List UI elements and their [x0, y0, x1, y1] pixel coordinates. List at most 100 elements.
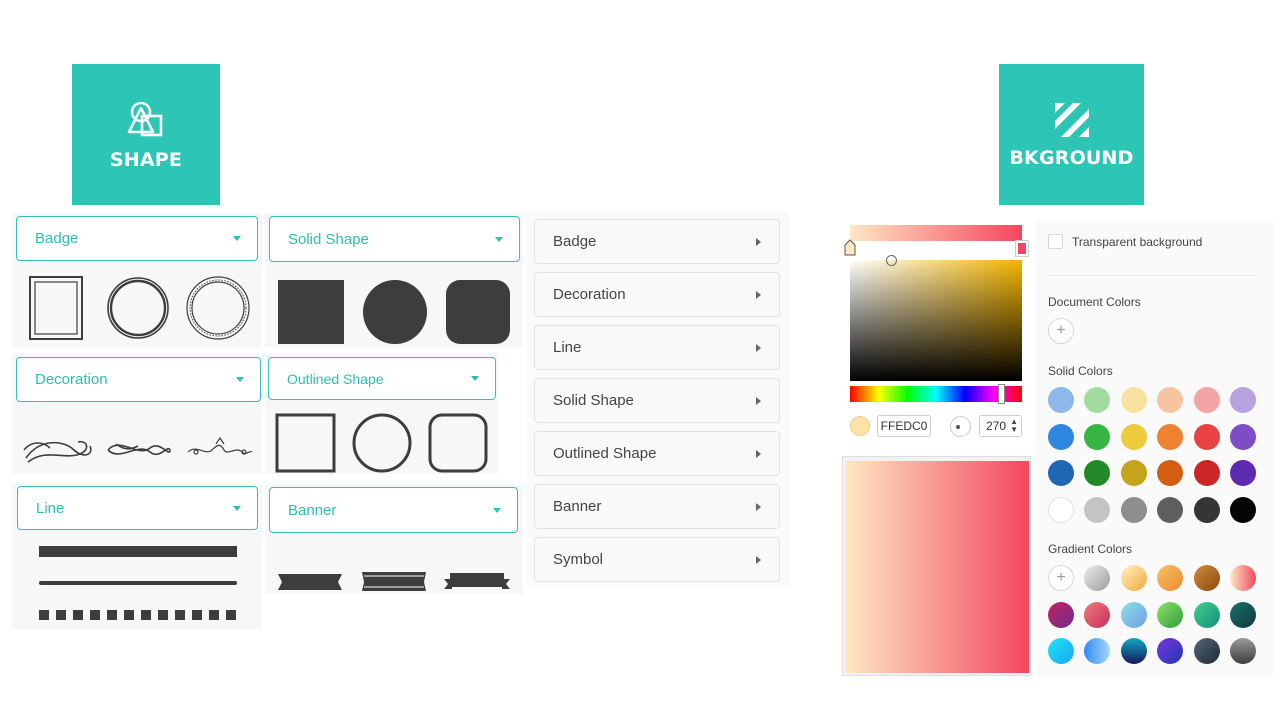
banner-ribbon-3[interactable] [444, 573, 510, 589]
gradient-color-swatch[interactable] [1230, 565, 1256, 591]
solid-color-swatch[interactable] [1084, 496, 1111, 523]
solid-rounded-square[interactable] [446, 280, 510, 344]
badge-double-circle-frame[interactable] [186, 276, 250, 340]
chevron-down-icon [495, 236, 503, 242]
angle-dial-icon[interactable] [950, 416, 971, 437]
transparent-checkbox[interactable] [1048, 234, 1063, 249]
solid-color-swatch[interactable] [1120, 387, 1147, 413]
gradient-color-swatch[interactable] [1193, 565, 1220, 591]
banner-ribbon-2[interactable] [362, 572, 426, 591]
solid-color-swatch[interactable] [1230, 387, 1256, 413]
solid-color-swatch[interactable] [1157, 423, 1184, 450]
background-icon [1054, 102, 1089, 137]
banner-ribbon-1[interactable] [278, 574, 342, 590]
solid-color-swatch[interactable] [1120, 423, 1147, 450]
gradient-color-swatch[interactable] [1193, 638, 1220, 664]
category-label: Banner [553, 498, 602, 515]
category-badge[interactable]: Badge [534, 219, 780, 264]
line-thick[interactable] [39, 546, 237, 557]
gradient-stop-start[interactable] [844, 239, 856, 256]
solid-square[interactable] [278, 280, 344, 344]
background-tile[interactable]: BKGROUND [999, 64, 1144, 205]
solid-color-swatch[interactable] [1048, 460, 1074, 486]
solid-color-swatch[interactable] [1193, 496, 1220, 523]
gradient-color-swatch[interactable] [1120, 565, 1147, 591]
gradient-bar[interactable] [850, 225, 1022, 241]
banner-thumbnails [278, 572, 510, 591]
solid-color-swatch[interactable] [1230, 423, 1256, 450]
angle-input[interactable]: 270 ▲ ▼ [979, 415, 1022, 437]
category-banner[interactable]: Banner [534, 484, 780, 529]
badge-thumbnails [29, 276, 250, 340]
solid-color-swatch[interactable] [1193, 460, 1220, 486]
category-solid-shape[interactable]: Solid Shape [534, 378, 780, 423]
decoration-thumbnails [23, 436, 253, 463]
hue-slider[interactable] [850, 386, 1022, 402]
line-dashed[interactable] [39, 610, 236, 620]
solid-color-swatch[interactable] [1157, 496, 1184, 523]
category-decoration[interactable]: Decoration [534, 272, 780, 317]
shape-tile[interactable]: SHAPE [72, 64, 220, 205]
gradient-color-swatch[interactable] [1157, 638, 1184, 664]
badge-circle-frame[interactable] [107, 277, 169, 339]
solid-color-swatch[interactable] [1048, 387, 1074, 413]
gradient-color-swatch[interactable] [1048, 601, 1074, 628]
hex-input[interactable]: FFEDC0 [877, 415, 931, 437]
solid-color-swatch[interactable] [1084, 423, 1111, 450]
outlined-shape-dropdown[interactable]: Outlined Shape [268, 357, 496, 400]
solid-shape-thumbnails [278, 280, 510, 344]
outlined-circle[interactable] [352, 413, 412, 473]
solid-color-swatch[interactable] [1157, 387, 1184, 413]
gradient-color-swatch[interactable] [1157, 601, 1184, 628]
decoration-swirl-3[interactable] [187, 436, 253, 455]
solid-colors-title: Solid Colors [1048, 364, 1113, 378]
outlined-rounded-square[interactable] [428, 413, 488, 473]
gradient-stop-end[interactable] [1015, 240, 1029, 257]
saturation-cursor[interactable] [886, 255, 897, 266]
banner-dropdown[interactable]: Banner [269, 487, 518, 533]
gradient-color-swatch[interactable] [1230, 638, 1256, 664]
solid-color-swatch[interactable] [1193, 387, 1220, 413]
category-symbol[interactable]: Symbol [534, 537, 780, 582]
badge-dropdown[interactable]: Badge [16, 216, 258, 261]
solid-color-swatch[interactable] [1120, 496, 1147, 523]
line-thin[interactable] [39, 581, 237, 585]
gradient-colors-title: Gradient Colors [1048, 542, 1133, 556]
gradient-color-swatch[interactable] [1084, 601, 1111, 628]
decoration-swirl-2[interactable] [107, 443, 171, 456]
saturation-area[interactable] [850, 260, 1022, 381]
gradient-color-swatch[interactable] [1048, 638, 1074, 664]
stepper-icon[interactable]: ▲ ▼ [1010, 418, 1018, 434]
gradient-color-swatch[interactable] [1230, 601, 1256, 628]
category-label: Badge [553, 233, 597, 250]
solid-color-swatch[interactable] [1193, 423, 1220, 450]
gradient-color-swatch[interactable] [1120, 638, 1147, 664]
decoration-dropdown[interactable]: Decoration [16, 357, 261, 402]
chevron-right-icon [756, 290, 761, 299]
category-outlined-shape[interactable]: Outlined Shape [534, 431, 780, 476]
plus-icon: + [1056, 322, 1066, 339]
decoration-swirl-1[interactable] [23, 440, 92, 463]
hue-slider-handle[interactable] [998, 384, 1005, 404]
outlined-square[interactable] [275, 413, 336, 473]
line-dropdown[interactable]: Line [17, 486, 258, 530]
gradient-color-swatch[interactable] [1157, 565, 1184, 591]
solid-color-swatch[interactable] [1048, 496, 1074, 523]
gradient-color-swatch[interactable] [1193, 601, 1220, 628]
gradient-color-swatch[interactable] [1120, 601, 1147, 628]
add-document-color-button[interactable]: + [1048, 318, 1074, 344]
chevron-right-icon [756, 396, 761, 405]
solid-color-swatch[interactable] [1120, 460, 1147, 486]
solid-color-swatch[interactable] [1230, 460, 1256, 486]
solid-color-swatch[interactable] [1048, 423, 1074, 450]
solid-color-swatch[interactable] [1157, 460, 1184, 486]
add-gradient-button[interactable]: + [1048, 565, 1074, 591]
shape-icon [127, 101, 163, 136]
chevron-down-icon [471, 376, 479, 381]
solid-shape-dropdown[interactable]: Solid Shape [269, 216, 520, 262]
chevron-right-icon [756, 502, 761, 511]
solid-color-swatch[interactable] [1230, 496, 1256, 523]
solid-circle[interactable] [363, 280, 427, 344]
badge-square-frame[interactable] [29, 276, 83, 340]
category-line[interactable]: Line [534, 325, 780, 370]
